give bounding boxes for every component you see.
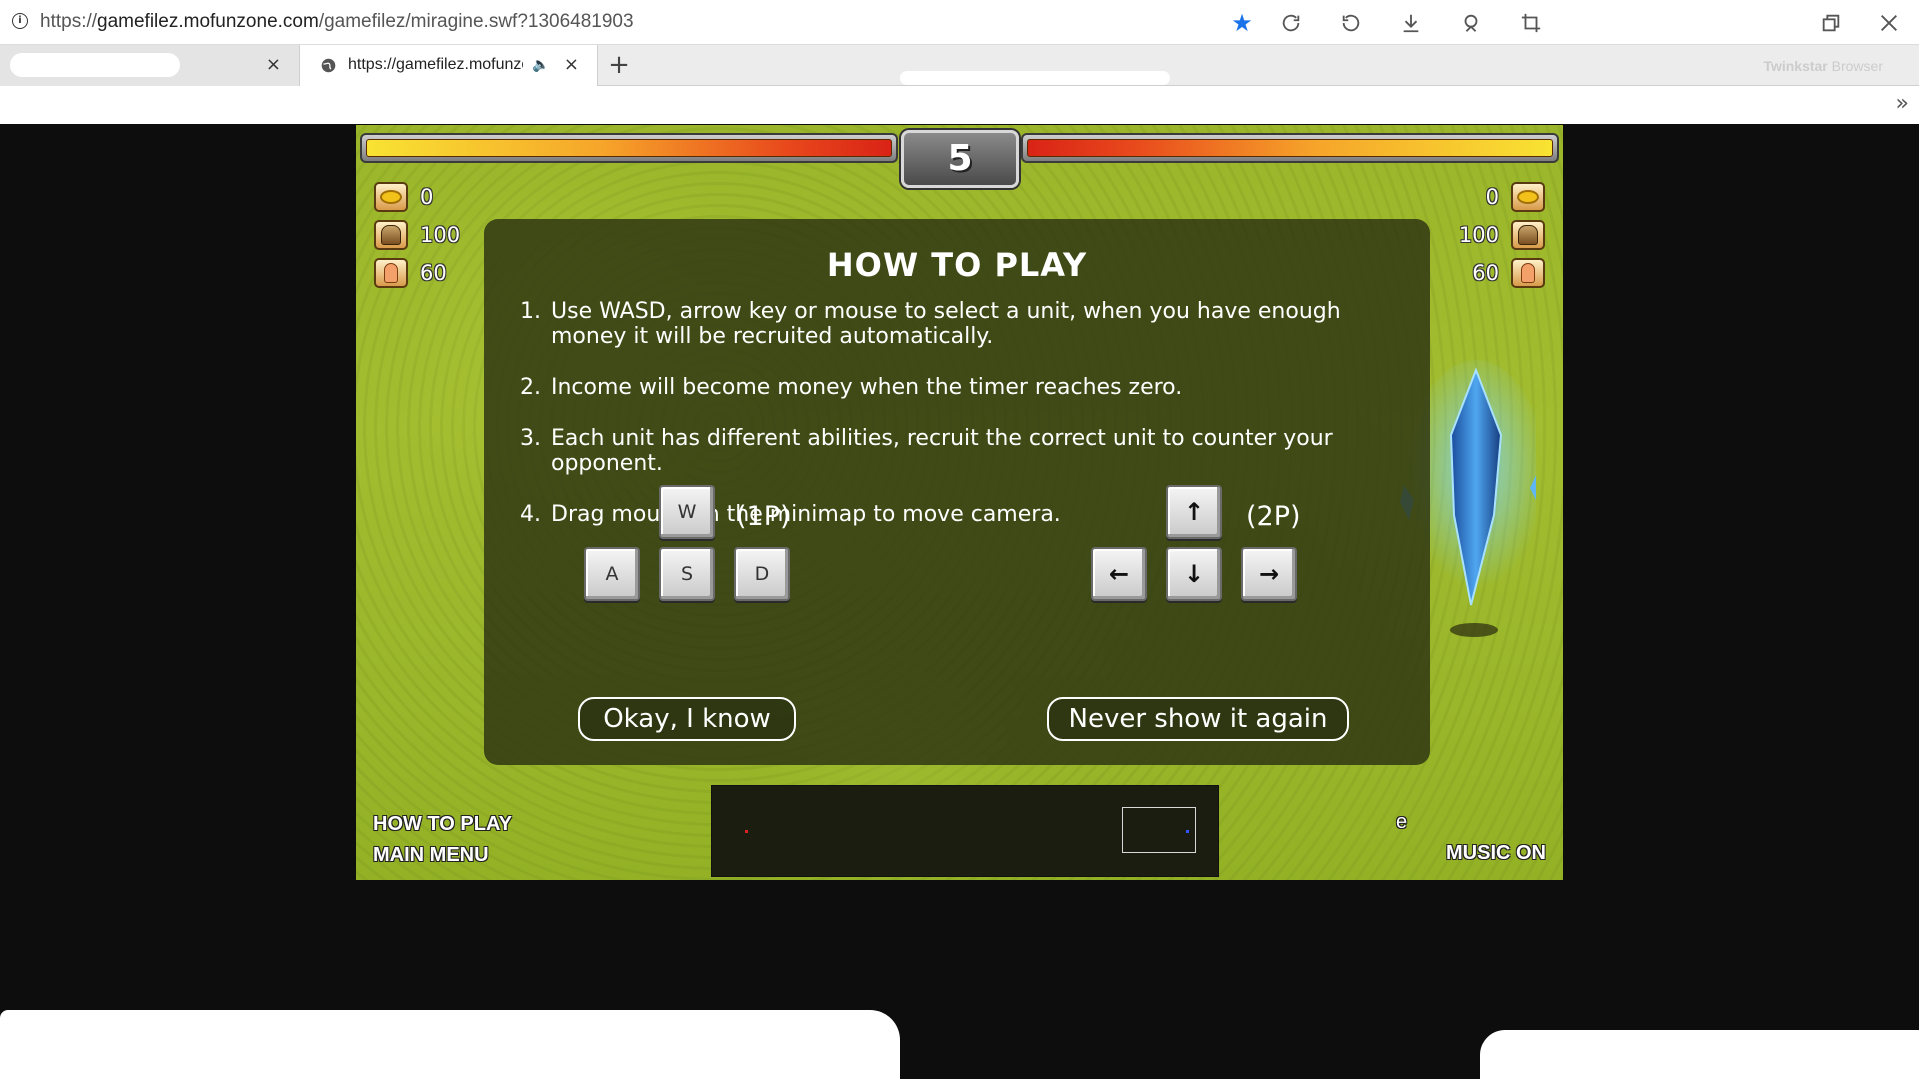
main-menu-link[interactable]: MAIN MENU: [373, 840, 489, 870]
browser-brand: Twinkstar Browser: [1763, 58, 1883, 74]
okay-button[interactable]: Okay, I know: [578, 697, 796, 741]
quality-toggle[interactable]: e: [1396, 807, 1407, 837]
helmet-icon: [1511, 220, 1545, 250]
close-tab-icon[interactable]: ×: [564, 54, 579, 76]
dialog-title: HOW TO PLAY: [826, 246, 1088, 284]
download-icon[interactable]: [1396, 8, 1426, 38]
close-tab-icon[interactable]: ×: [266, 54, 281, 76]
minimap-viewport[interactable]: [1122, 807, 1196, 853]
redaction-scribble: [10, 53, 180, 77]
tab-bar: × https://gamefilez.mofunzone.com 🔈 × + …: [0, 45, 1919, 86]
p1-unit-marker: [745, 830, 748, 833]
key-a: A: [584, 547, 640, 601]
restore-window-icon[interactable]: [1816, 8, 1846, 38]
person-icon: [1511, 258, 1545, 288]
close-window-icon[interactable]: [1874, 8, 1904, 38]
p2-population: 60: [1472, 258, 1545, 288]
helmet-icon: [374, 220, 408, 250]
p2-unit-marker: [1186, 830, 1189, 833]
reload-icon[interactable]: [1276, 8, 1306, 38]
p2-income: 100: [1459, 220, 1545, 250]
speaker-icon[interactable]: 🔈: [532, 55, 549, 75]
site-info-icon[interactable]: i: [12, 13, 28, 29]
key-arrow-up: ↑: [1166, 485, 1222, 539]
key-d: D: [734, 547, 790, 601]
p1-label: (1P): [736, 501, 791, 532]
p2-label: (2P): [1246, 501, 1301, 532]
game-canvas[interactable]: 5 0 100 60 0 100 60 HOW TO PLAY 1. Use WA…: [356, 125, 1563, 880]
bookmark-star-icon[interactable]: ★: [1227, 8, 1257, 38]
never-show-again-button[interactable]: Never show it again: [1047, 697, 1349, 741]
gold-coin-icon: [1511, 182, 1545, 212]
redaction-scribble: [1480, 1030, 1919, 1079]
how-to-play-dialog: HOW TO PLAY 1. Use WASD, arrow key or mou…: [484, 219, 1430, 765]
undo-icon[interactable]: [1336, 8, 1366, 38]
tab-2[interactable]: https://gamefilez.mofunzone.com 🔈 ×: [300, 45, 598, 86]
redaction-scribble: [1570, 4, 1745, 40]
tab-title: https://gamefilez.mofunzone.com: [348, 56, 523, 73]
globe-icon: [321, 58, 336, 73]
p1-income: 100: [374, 220, 460, 250]
key-arrow-left: ←: [1091, 547, 1147, 601]
round-timer: 5: [901, 130, 1019, 188]
tab-1[interactable]: ×: [0, 45, 300, 86]
p1-population: 60: [374, 258, 447, 288]
instruction-item: 2. Income will become money when the time…: [520, 375, 1183, 400]
address-bar: i https://gamefilez.mofunzone.com/gamefi…: [0, 0, 1919, 45]
minimap[interactable]: [711, 785, 1219, 877]
person-icon: [374, 258, 408, 288]
key-s: S: [659, 547, 715, 601]
p2-gold: 0: [1486, 182, 1545, 212]
url-field[interactable]: https://gamefilez.mofunzone.com/gamefile…: [40, 11, 634, 33]
crop-icon[interactable]: [1516, 8, 1546, 38]
instruction-item: 1. Use WASD, arrow key or mouse to select…: [520, 299, 1341, 349]
p2-health-bar: [1021, 133, 1559, 163]
redaction-scribble: [900, 71, 1170, 85]
key-w: W: [659, 485, 715, 539]
how-to-play-link[interactable]: HOW TO PLAY: [373, 809, 512, 839]
music-toggle[interactable]: MUSIC ON: [1446, 838, 1546, 868]
key-arrow-right: →: [1241, 547, 1297, 601]
profile-icon[interactable]: [1456, 8, 1486, 38]
bookmark-bar: »: [0, 86, 1919, 124]
new-tab-button[interactable]: +: [600, 45, 638, 86]
overflow-chevron-icon[interactable]: »: [1896, 92, 1909, 116]
p1-health-bar: [360, 133, 898, 163]
p1-gold: 0: [374, 182, 433, 212]
key-arrow-down: ↓: [1166, 547, 1222, 601]
instruction-item: 3. Each unit has different abilities, rec…: [520, 426, 1333, 476]
gold-coin-icon: [374, 182, 408, 212]
redaction-scribble: [0, 1010, 900, 1079]
